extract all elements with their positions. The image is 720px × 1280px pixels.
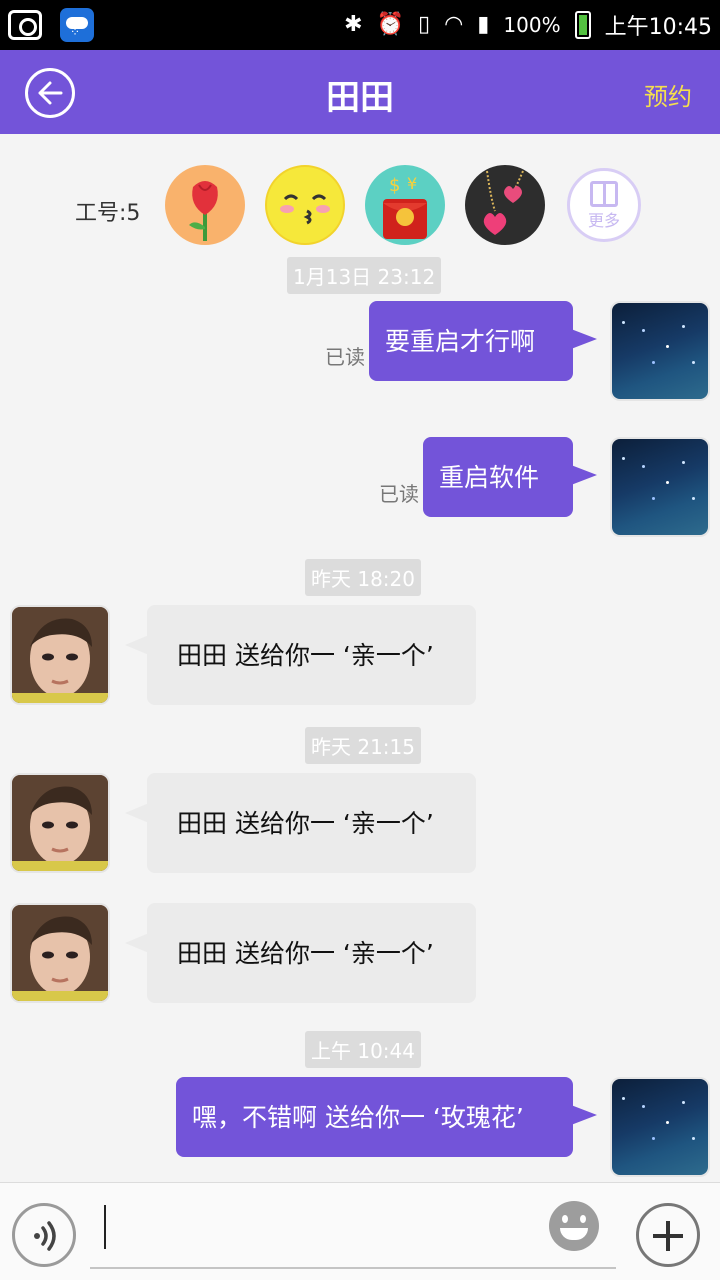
alarm-icon: ⏰ — [376, 12, 404, 37]
chat-title: 田田 — [326, 78, 394, 118]
message-timestamp: 昨天 21:15 — [305, 727, 421, 764]
wifi-icon: ◠ — [444, 12, 464, 37]
reserve-button[interactable]: 预约 — [644, 77, 692, 112]
gift-bar: 工号:5 $ ¥ 更多 — [0, 160, 720, 250]
battery-icon — [574, 11, 591, 39]
contact-avatar[interactable] — [12, 905, 108, 1001]
weather-app-icon — [60, 8, 94, 42]
contact-photo — [12, 607, 108, 703]
clock: 上午10:45 — [604, 15, 712, 40]
my-avatar[interactable] — [612, 1079, 708, 1175]
contact-avatar[interactable] — [12, 607, 108, 703]
voice-icon — [34, 1221, 56, 1251]
svg-text:$: $ — [389, 175, 400, 196]
vibrate-icon: ▯ — [417, 12, 431, 37]
contact-photo — [12, 775, 108, 871]
kiss-gift-button[interactable] — [265, 165, 345, 245]
battery-percent: 100% — [503, 13, 561, 37]
message-bubble-outgoing[interactable]: 重启软件 — [423, 437, 597, 517]
gift-box-icon — [590, 181, 618, 207]
heart-necklace-icon — [483, 170, 524, 235]
svg-text:¥: ¥ — [407, 174, 417, 193]
voice-input-button[interactable] — [12, 1203, 76, 1267]
more-gifts-button[interactable]: 更多 — [567, 168, 641, 242]
red-envelope-icon: $ ¥ — [383, 174, 427, 239]
chat-header: 田田 预约 — [0, 50, 720, 134]
more-label: 更多 — [587, 211, 620, 230]
my-avatar[interactable] — [612, 439, 708, 535]
message-timestamp: 上午 10:44 — [305, 1031, 421, 1068]
text-cursor — [104, 1205, 106, 1249]
red-envelope-gift-button[interactable]: $ ¥ — [365, 165, 445, 245]
read-status: 已读 — [325, 345, 365, 369]
read-status: 已读 — [379, 482, 419, 506]
signal-icon: ▮ — [477, 12, 490, 37]
emoji-button[interactable] — [549, 1201, 599, 1251]
rose-gift-button[interactable] — [165, 165, 245, 245]
message-bubble-incoming[interactable]: 田田 送给你一 ‘亲一个’ — [125, 605, 476, 705]
contact-avatar[interactable] — [12, 775, 108, 871]
rose-icon — [189, 181, 218, 241]
message-bubble-incoming[interactable]: 田田 送给你一 ‘亲一个’ — [125, 773, 476, 873]
contact-photo — [12, 905, 108, 1001]
screenshot-icon — [8, 10, 42, 40]
message-timestamp: 1月13日 23:12 — [287, 257, 442, 294]
message-bubble-incoming[interactable]: 田田 送给你一 ‘亲一个’ — [125, 903, 476, 1003]
add-attachment-button[interactable] — [636, 1203, 700, 1267]
message-timestamp: 昨天 18:20 — [305, 559, 421, 596]
bluetooth-icon: ✱ — [344, 12, 363, 37]
input-bar — [0, 1182, 720, 1280]
kiss-face-icon — [280, 194, 330, 225]
staff-number: 工号:5 — [75, 201, 141, 226]
message-bubble-outgoing[interactable]: 要重启才行啊 — [369, 301, 597, 381]
status-bar: ✱ ⏰ ▯ ◠ ▮ 100% 上午10:45 — [0, 0, 720, 50]
message-input[interactable] — [90, 1191, 616, 1269]
message-bubble-outgoing[interactable]: 嘿，不错啊 送给你一 ‘玫瑰花’ — [176, 1077, 597, 1157]
heart-necklace-gift-button[interactable] — [465, 165, 545, 245]
my-avatar[interactable] — [612, 303, 708, 399]
